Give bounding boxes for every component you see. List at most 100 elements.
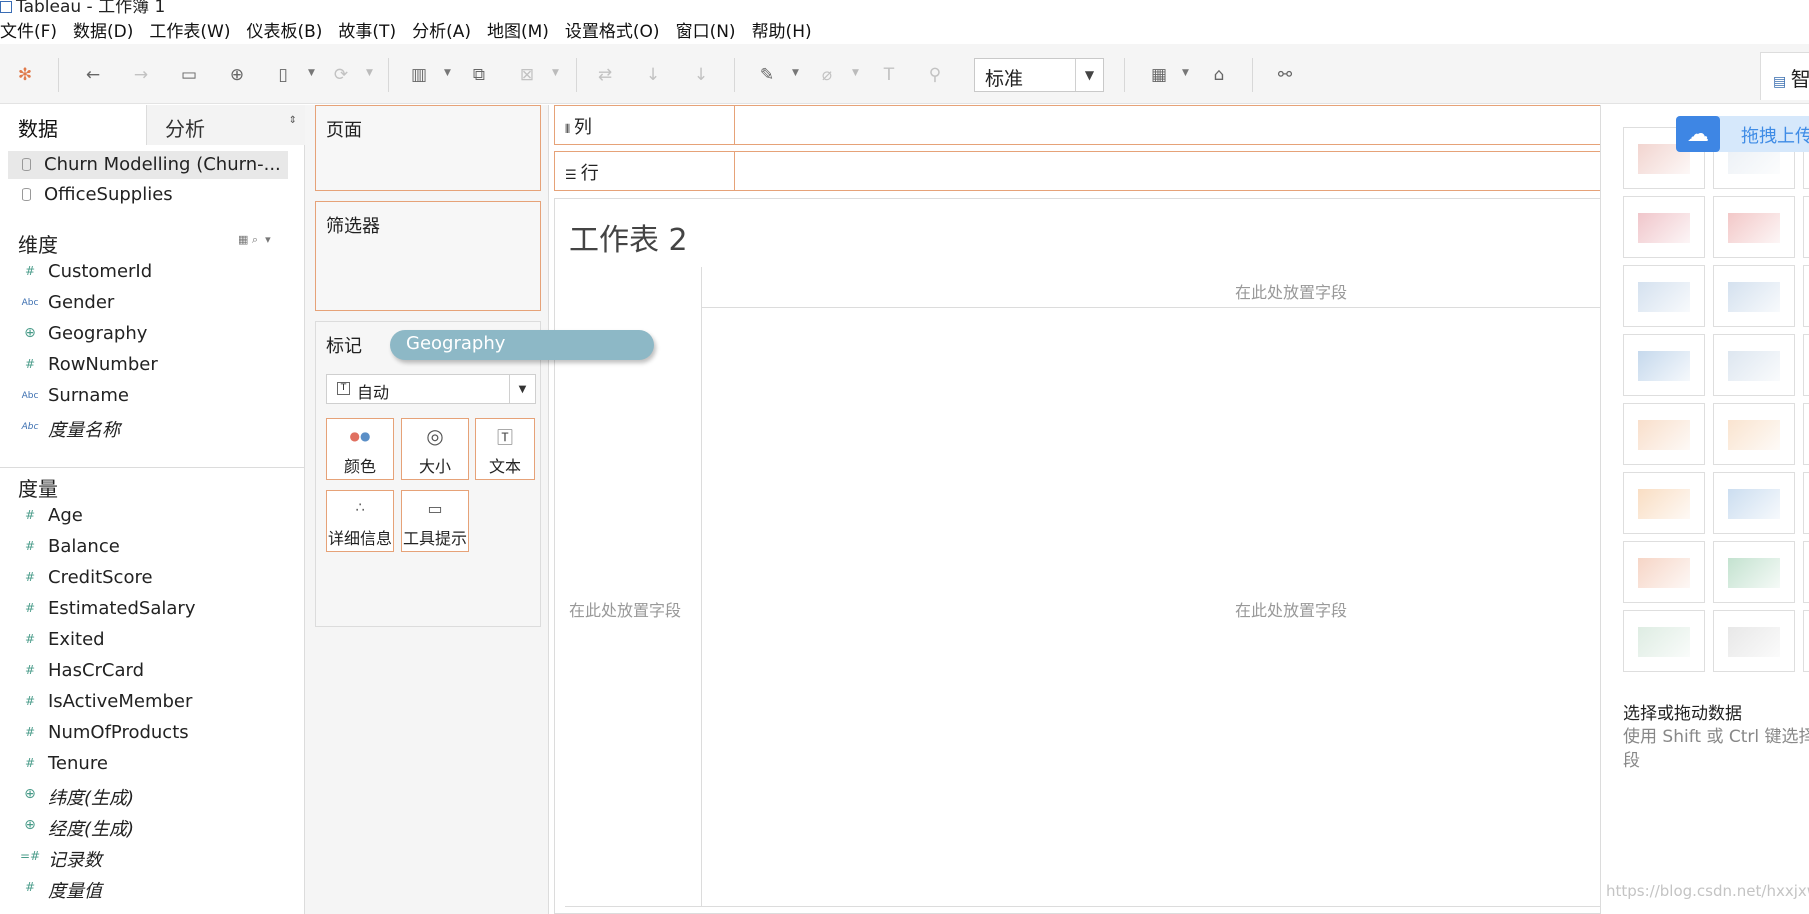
chart-type-box-whisker-icon[interactable]: [1803, 541, 1809, 603]
highlight-dropdown-icon[interactable]: ▼: [792, 68, 799, 78]
show-cards-icon[interactable]: ▦: [1146, 62, 1172, 88]
field-item[interactable]: # Age: [0, 501, 305, 532]
columns-shelf[interactable]: ⫴ 列: [554, 105, 1604, 145]
show-cards-dropdown-icon[interactable]: ▼: [1182, 68, 1189, 78]
chevron-down-icon[interactable]: ▼: [509, 375, 535, 403]
datasource-item[interactable]: Churn Modelling (Churn-...: [8, 151, 288, 179]
chart-type-treemap-icon[interactable]: [1623, 334, 1705, 396]
field-item[interactable]: # Balance: [0, 532, 305, 563]
chart-type-gantt-icon[interactable]: [1623, 610, 1705, 672]
view-as-grid-icon[interactable]: ▦: [238, 233, 248, 246]
chart-type-filled-map-icon[interactable]: [1713, 196, 1795, 258]
filters-shelf[interactable]: 筛选器: [315, 201, 541, 311]
sort-ascending-icon[interactable]: ↓: [640, 62, 666, 88]
clear-dropdown-icon[interactable]: ▼: [552, 68, 559, 78]
datasource-item[interactable]: OfficeSupplies: [8, 181, 288, 209]
field-item[interactable]: # IsActiveMember: [0, 687, 305, 718]
chart-type-scatter-plot-icon[interactable]: [1623, 541, 1705, 603]
field-item[interactable]: # NumOfProducts: [0, 718, 305, 749]
color-button[interactable]: ● ● 颜色: [326, 418, 394, 480]
group-dropdown-icon[interactable]: ▼: [852, 68, 859, 78]
redo-icon[interactable]: →: [128, 62, 154, 88]
drop-field-rows[interactable]: 在此处放置字段: [569, 597, 681, 621]
chart-type-packed-bubbles-icon[interactable]: [1803, 610, 1809, 672]
chart-type-line-discrete-icon[interactable]: [1713, 403, 1795, 465]
chart-type-side-by-side-bars-icon[interactable]: [1803, 265, 1809, 327]
field-item[interactable]: ⊕ 经度(生成): [0, 811, 305, 842]
new-worksheet-dropdown-icon[interactable]: ▼: [444, 68, 451, 78]
menu-analysis[interactable]: 分析(A): [412, 17, 471, 42]
menu-worksheet[interactable]: 工作表(W): [149, 17, 230, 42]
pages-shelf[interactable]: 页面: [315, 105, 541, 191]
refresh-icon[interactable]: ⟳: [328, 62, 354, 88]
field-item[interactable]: =# 记录数: [0, 842, 305, 873]
drop-field-columns[interactable]: 在此处放置字段: [1235, 279, 1347, 303]
menu-format[interactable]: 设置格式(O): [565, 17, 660, 42]
field-item[interactable]: # CreditScore: [0, 563, 305, 594]
refresh-dropdown-icon[interactable]: ▼: [366, 68, 373, 78]
dragging-field-pill[interactable]: Geography: [390, 330, 654, 360]
field-item[interactable]: Abc Gender: [0, 288, 305, 319]
field-item[interactable]: # RowNumber: [0, 350, 305, 381]
new-datasource-icon[interactable]: ⊕: [224, 62, 250, 88]
chart-type-bullet-graph-icon[interactable]: [1713, 610, 1795, 672]
field-item[interactable]: ⊕ 纬度(生成): [0, 780, 305, 811]
field-item[interactable]: Abc Surname: [0, 381, 305, 412]
sheet-title[interactable]: 工作表 2: [569, 215, 688, 259]
sort-descending-icon[interactable]: ↓: [688, 62, 714, 88]
pause-dropdown-icon[interactable]: ▼: [308, 68, 315, 78]
chart-type-pie-chart-icon[interactable]: [1803, 196, 1809, 258]
menu-map[interactable]: 地图(M): [487, 17, 549, 42]
tableau-logo-icon[interactable]: ✻: [12, 62, 38, 88]
highlight-icon[interactable]: ✎: [754, 62, 780, 88]
menu-file[interactable]: 文件(F): [0, 17, 57, 42]
detail-button[interactable]: ∴ 详细信息: [326, 490, 394, 552]
show-me-tab[interactable]: ▤ 智: [1760, 52, 1809, 100]
undo-icon[interactable]: ←: [80, 62, 106, 88]
chevron-down-icon[interactable]: ▾: [265, 233, 271, 246]
clear-sheet-icon[interactable]: ⊠: [514, 62, 540, 88]
group-members-icon[interactable]: ⌀: [814, 62, 840, 88]
worksheet-canvas[interactable]: 工作表 2 在此处放置字段 在此处放置字段 在此处放置字段: [554, 198, 1605, 914]
chart-type-side-by-side-circles-icon[interactable]: [1803, 334, 1809, 396]
pause-updates-icon[interactable]: ▯: [270, 62, 296, 88]
search-icon[interactable]: ⌕: [252, 233, 258, 246]
chart-type-circle-views-icon[interactable]: [1713, 334, 1795, 396]
new-worksheet-icon[interactable]: ▥: [406, 62, 432, 88]
field-item[interactable]: # HasCrCard: [0, 656, 305, 687]
chart-type-horizontal-bars-icon[interactable]: [1623, 265, 1705, 327]
field-item[interactable]: Abc 度量名称: [0, 412, 305, 443]
mark-type-select[interactable]: T 自动 ▼: [326, 374, 536, 404]
menu-window[interactable]: 窗口(N): [676, 17, 736, 42]
chart-type-line-continuous-icon[interactable]: [1623, 403, 1705, 465]
chart-type-area-discrete-icon[interactable]: [1713, 472, 1795, 534]
menu-data[interactable]: 数据(D): [73, 17, 133, 42]
save-icon[interactable]: ▭: [176, 62, 202, 88]
tab-data[interactable]: 数据: [0, 105, 146, 145]
tooltip-button[interactable]: ▭ 工具提示: [401, 490, 469, 552]
menu-story[interactable]: 故事(T): [338, 17, 396, 42]
field-item[interactable]: # Tenure: [0, 749, 305, 780]
field-item[interactable]: # 度量值: [0, 873, 305, 904]
presentation-mode-icon[interactable]: ⌂: [1206, 62, 1232, 88]
field-item[interactable]: # Exited: [0, 625, 305, 656]
field-item[interactable]: # EstimatedSalary: [0, 594, 305, 625]
chart-type-dual-combination-icon[interactable]: [1803, 472, 1809, 534]
duplicate-sheet-icon[interactable]: ⧉: [466, 62, 492, 88]
cloud-upload-button[interactable]: ☁ 拖拽上传: [1676, 116, 1809, 152]
menu-dashboard[interactable]: 仪表板(B): [246, 17, 322, 42]
drop-field-view[interactable]: 在此处放置字段: [1235, 597, 1347, 621]
menu-help[interactable]: 帮助(H): [752, 17, 812, 42]
share-icon[interactable]: ⚯: [1272, 62, 1298, 88]
text-button[interactable]: 🅃 文本: [475, 418, 535, 480]
swap-rows-columns-icon[interactable]: ⇄: [592, 62, 618, 88]
show-mark-labels-icon[interactable]: T: [876, 62, 902, 88]
chart-type-stacked-bars-icon[interactable]: [1713, 265, 1795, 327]
fix-axes-icon[interactable]: ⚲: [922, 62, 948, 88]
field-item[interactable]: # CustomerId: [0, 257, 305, 288]
chart-type-histogram-icon[interactable]: [1713, 541, 1795, 603]
rows-shelf[interactable]: ☰ 行: [554, 151, 1604, 191]
chart-type-area-continuous-icon[interactable]: [1623, 472, 1705, 534]
chart-type-symbol-map-icon[interactable]: [1623, 196, 1705, 258]
chart-type-dual-lines-icon[interactable]: [1803, 403, 1809, 465]
